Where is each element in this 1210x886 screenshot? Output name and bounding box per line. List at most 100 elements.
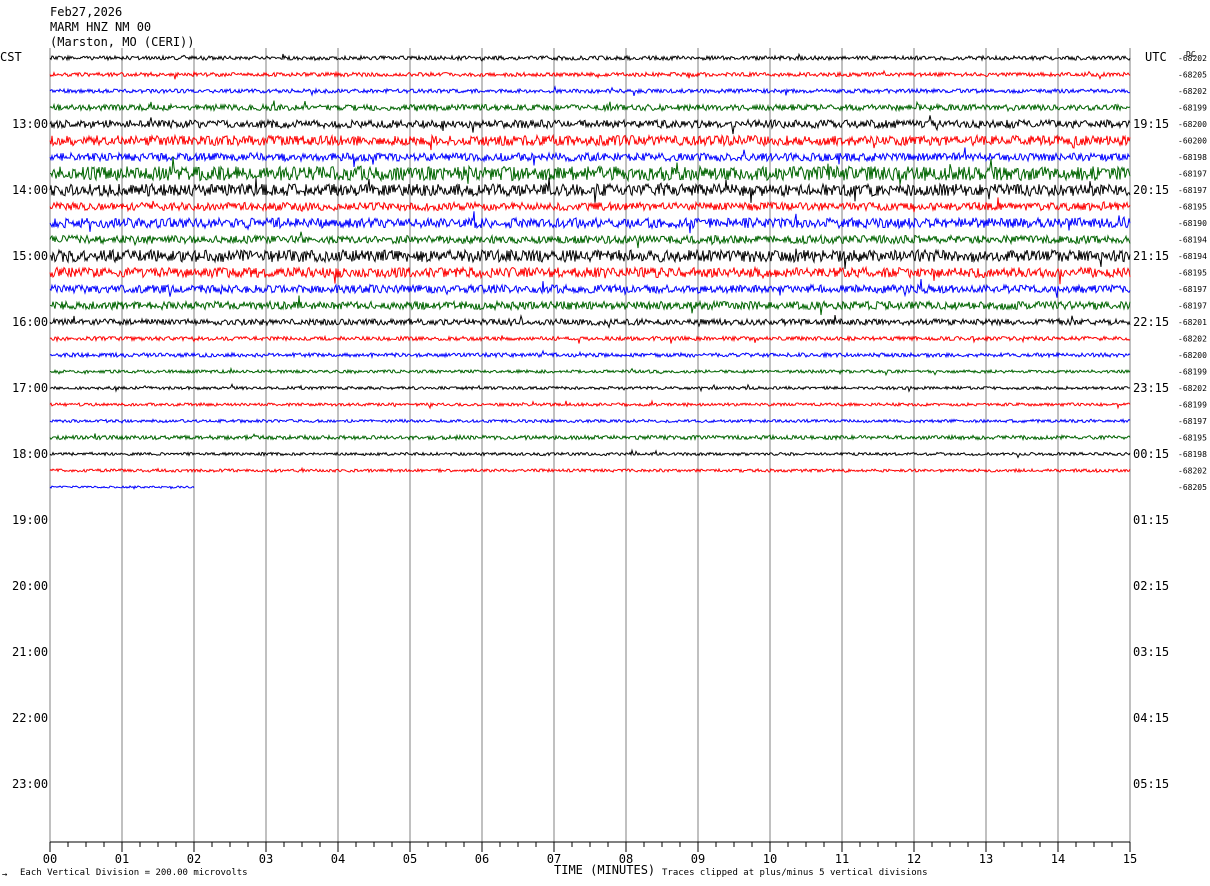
left-timezone-label: CST (0, 50, 22, 64)
dc-offset-label: -68197 (1178, 186, 1207, 195)
helicorder-chart: Feb27,2026 MARM HNZ NM 00 (Marston, MO (… (0, 5, 1207, 880)
utc-hour-label: 01:15 (1133, 513, 1169, 527)
local-hour-label: 16:00 (12, 315, 48, 329)
dc-offset-label: -68195 (1178, 434, 1207, 443)
header-date: Feb27,2026 (50, 5, 122, 19)
trace-line (49, 248, 1131, 269)
dc-offset-label: -68190 (1178, 219, 1207, 228)
local-hour-label: 15:00 (12, 249, 48, 263)
utc-hour-label: 04:15 (1133, 711, 1169, 725)
trace-line (49, 433, 1131, 442)
trace-line (49, 418, 1131, 424)
local-hour-label: 19:00 (12, 513, 48, 527)
local-hour-label: 23:00 (12, 777, 48, 791)
dc-offset-label: -68197 (1178, 302, 1207, 311)
dc-offset-label: -68197 (1178, 170, 1207, 179)
local-hour-label: 20:00 (12, 579, 48, 593)
dc-offset-label: -68201 (1178, 318, 1207, 327)
utc-hour-label: 21:15 (1133, 249, 1169, 263)
x-tick-label: 11 (835, 852, 849, 866)
utc-hour-label: 02:15 (1133, 579, 1169, 593)
trace-line (49, 334, 1131, 344)
x-axis-label: TIME (MINUTES) (554, 863, 655, 877)
dc-offset-label: -68202 (1178, 335, 1207, 344)
local-hour-label: 21:00 (12, 645, 48, 659)
dc-offset-label: -68202 (1178, 87, 1207, 96)
trace-line (49, 69, 1131, 80)
x-tick-label: 03 (259, 852, 273, 866)
corner-mark: → (2, 870, 8, 880)
dc-offset-label: -68198 (1178, 153, 1207, 162)
x-tick-label: 10 (763, 852, 777, 866)
trace-line (49, 197, 1131, 213)
local-hour-label: 13:00 (12, 117, 48, 131)
dc-offset-label: -68200 (1178, 351, 1207, 360)
dc-offset-label: -68195 (1178, 269, 1207, 278)
trace-line (49, 177, 1131, 203)
dc-offset-label: -68199 (1178, 401, 1207, 410)
header-station: MARM HNZ NM 00 (50, 20, 151, 34)
x-tick-label: 14 (1051, 852, 1065, 866)
dc-offset-label: -68194 (1178, 252, 1207, 261)
x-tick-label: 12 (907, 852, 921, 866)
trace-line (49, 313, 1131, 329)
local-hour-label: 14:00 (12, 183, 48, 197)
dc-offset-label: -68197 (1178, 417, 1207, 426)
x-tick-label: 04 (331, 852, 345, 866)
trace-line (49, 133, 1131, 151)
trace-line (49, 278, 1131, 298)
x-tick-label: 15 (1123, 852, 1137, 866)
trace-line (49, 295, 1131, 316)
x-tick-label: 00 (43, 852, 57, 866)
trace-line (50, 156, 1131, 185)
x-tick-label: 01 (115, 852, 129, 866)
local-hour-label: 18:00 (12, 447, 48, 461)
dc-offset-label: -68194 (1178, 236, 1207, 245)
dc-offset-label: -68205 (1178, 483, 1207, 492)
trace-line (49, 265, 1131, 285)
trace-line (49, 448, 1131, 459)
x-tick-label: 05 (403, 852, 417, 866)
dc-offset-label: -68195 (1178, 203, 1207, 212)
trace-line (49, 382, 1131, 393)
clip-note: Traces clipped at plus/minus 5 vertical … (662, 868, 928, 878)
trace-line (49, 115, 1131, 135)
trace-line (49, 52, 1131, 62)
dc-offset-label: -68205 (1178, 71, 1207, 80)
utc-hour-label: 00:15 (1133, 447, 1169, 461)
x-tick-label: 02 (187, 852, 201, 866)
dc-offset-label: -60200 (1178, 137, 1207, 146)
local-hour-label: 22:00 (12, 711, 48, 725)
trace-line (49, 366, 1131, 377)
dc-offset-labels: -68202 -68205 -68202 -68199 -68200 -60200 -681… (1178, 54, 1207, 492)
trace-line (49, 466, 1131, 474)
utc-hour-label: 03:15 (1133, 645, 1169, 659)
right-timezone-label: UTC (1145, 50, 1167, 64)
local-hour-labels: 13:00 14:00 15:00 16:00 17:00 18:00 19:00 20:00… (12, 117, 48, 791)
dc-offset-label: -68198 (1178, 450, 1207, 459)
dc-offset-label: -68202 (1178, 467, 1207, 476)
trace-line (49, 85, 1131, 97)
x-tick-label: 09 (691, 852, 705, 866)
trace-line (49, 399, 1131, 410)
x-tick-label: 13 (979, 852, 993, 866)
trace-line (49, 100, 1131, 113)
local-hour-label: 17:00 (12, 381, 48, 395)
trace-line (49, 231, 1131, 249)
dc-offset-label: -68202 (1178, 384, 1207, 393)
dc-offset-label: -68199 (1178, 368, 1207, 377)
dc-offset-label: -68202 (1178, 54, 1207, 63)
utc-hour-labels: 19:15 20:15 21:15 22:15 23:15 00:15 01:15 02:15… (1133, 117, 1169, 791)
header-location: (Marston, MO (CERI)) (50, 35, 195, 49)
trace-line (49, 349, 1131, 359)
utc-hour-label: 05:15 (1133, 777, 1169, 791)
scale-note: Each Vertical Division = 200.00 microvol… (20, 868, 248, 878)
utc-hour-label: 20:15 (1133, 183, 1169, 197)
dc-offset-label: -68200 (1178, 120, 1207, 129)
dc-offset-label: -68197 (1178, 285, 1207, 294)
traces (49, 52, 1131, 490)
trace-line (49, 147, 1131, 168)
utc-hour-label: 23:15 (1133, 381, 1169, 395)
utc-hour-label: 22:15 (1133, 315, 1169, 329)
grid-lines (49, 48, 1131, 842)
